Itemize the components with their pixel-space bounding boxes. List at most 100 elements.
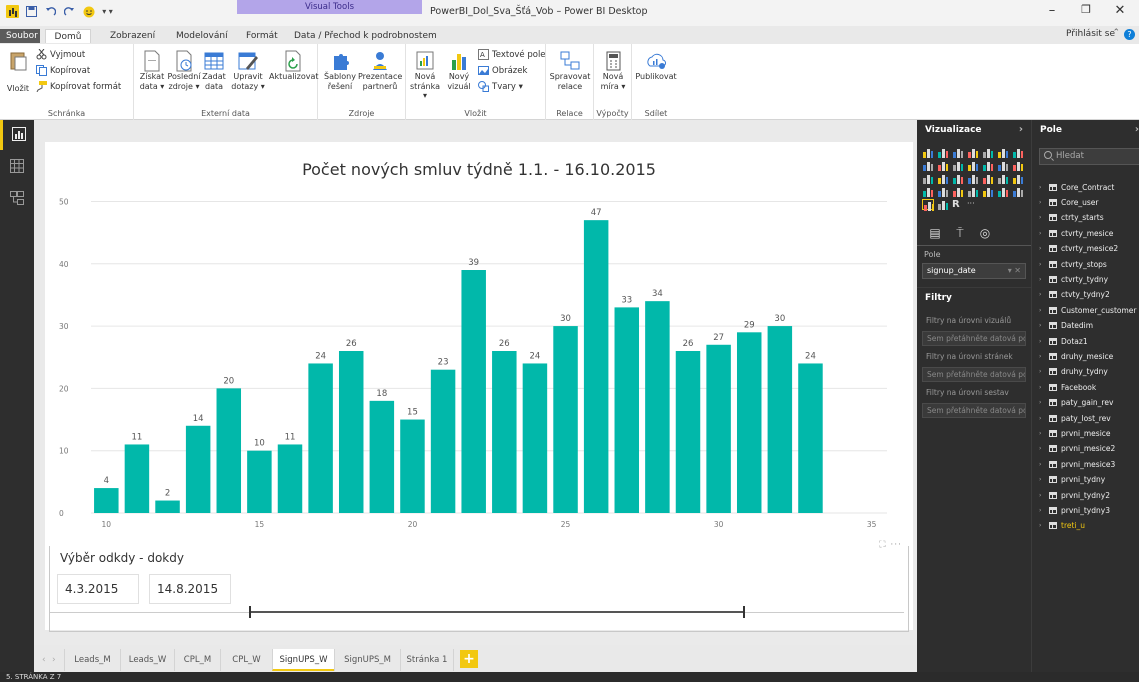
field-table-item[interactable]: › Core_user xyxy=(1039,195,1098,209)
visual-type-icon[interactable] xyxy=(937,147,949,158)
expand-chevron-icon[interactable]: › xyxy=(1039,399,1045,406)
visual-type-icon[interactable] xyxy=(982,147,994,158)
tab-modeling[interactable]: Modelování xyxy=(170,29,234,43)
visual-type-icon[interactable] xyxy=(937,199,949,210)
field-table-item[interactable]: › druhy_tydny xyxy=(1039,365,1108,379)
analytics-magnifier-icon[interactable]: ◎ xyxy=(977,226,993,242)
tab-home[interactable]: Domů xyxy=(45,29,91,43)
filter-page-drop-zone[interactable]: Sem přetáhněte datová po... xyxy=(922,367,1026,382)
recent-sources-button[interactable]: Poslední zdroje ▾ xyxy=(166,50,202,91)
visual-type-icon[interactable] xyxy=(937,173,949,184)
filter-visual-drop-zone[interactable]: Sem přetáhněte datová po... xyxy=(922,331,1026,346)
visual-type-icon[interactable]: ··· xyxy=(967,199,979,210)
chart-bar[interactable] xyxy=(645,301,670,513)
add-page-button[interactable]: + xyxy=(460,650,478,668)
expand-chevron-icon[interactable]: › xyxy=(1039,184,1045,191)
field-table-item[interactable]: › Facebook xyxy=(1039,380,1096,394)
chevron-right-icon[interactable]: › xyxy=(1135,120,1139,140)
page-nav-prev-icon[interactable]: ‹ xyxy=(42,649,46,671)
solution-templates-button[interactable]: Šablony řešení xyxy=(322,50,358,91)
fields-tab-icon[interactable]: ▤ xyxy=(927,226,943,242)
collapse-ribbon-icon[interactable]: ⌃ xyxy=(1112,28,1120,38)
visual-type-icon[interactable] xyxy=(982,160,994,171)
enter-data-button[interactable]: Zadat data xyxy=(200,50,228,91)
field-table-item[interactable]: › Dotaz1 xyxy=(1039,334,1088,348)
expand-chevron-icon[interactable]: › xyxy=(1039,476,1045,483)
field-table-item[interactable]: › prvni_mesice3 xyxy=(1039,457,1115,471)
field-table-item[interactable]: › paty_lost_rev xyxy=(1039,411,1111,425)
chart-bar[interactable] xyxy=(277,444,303,513)
field-table-item[interactable]: › ctrty_starts xyxy=(1039,211,1104,225)
chart-bar[interactable] xyxy=(522,363,548,513)
manage-relationships-button[interactable]: Spravovat relace xyxy=(548,50,592,91)
expand-chevron-icon[interactable]: › xyxy=(1039,199,1045,206)
field-table-item[interactable]: › prvni_tydny3 xyxy=(1039,503,1110,517)
chart-bar[interactable] xyxy=(492,351,517,513)
chart-bar[interactable] xyxy=(369,400,395,513)
sign-in-link[interactable]: Přihlásit se xyxy=(1066,29,1115,39)
visual-type-icon[interactable] xyxy=(922,160,934,171)
page-tab-signups-m[interactable]: SignUPS_M xyxy=(334,649,400,671)
field-table-item[interactable]: › paty_gain_rev xyxy=(1039,396,1113,410)
help-icon[interactable]: ? xyxy=(1124,29,1135,40)
visual-type-icon[interactable] xyxy=(1012,186,1024,197)
shapes-button[interactable]: Tvary ▾ xyxy=(478,81,523,92)
visual-type-icon[interactable] xyxy=(1012,173,1024,184)
visual-type-icon[interactable] xyxy=(967,186,979,197)
field-table-item[interactable]: › prvni_tydny xyxy=(1039,473,1105,487)
visual-type-icon[interactable] xyxy=(967,173,979,184)
visual-type-icon[interactable] xyxy=(952,186,964,197)
data-view-button[interactable] xyxy=(0,152,34,182)
expand-chevron-icon[interactable]: › xyxy=(1039,368,1045,375)
tab-format[interactable]: Formát xyxy=(240,29,284,43)
chart-bar[interactable] xyxy=(736,332,762,513)
chart-bar[interactable] xyxy=(155,500,180,513)
expand-chevron-icon[interactable]: › xyxy=(1039,214,1045,221)
relationships-view-button[interactable] xyxy=(0,184,34,214)
expand-chevron-icon[interactable]: › xyxy=(1039,415,1045,422)
page-tab-signups-w[interactable]: SignUPS_W xyxy=(272,649,334,671)
field-table-item[interactable]: › ctvrty_stops xyxy=(1039,257,1107,271)
visual-type-icon[interactable] xyxy=(922,186,934,197)
visual-type-icon[interactable] xyxy=(982,186,994,197)
chart-bar[interactable] xyxy=(247,450,272,513)
page-tab-leads-m[interactable]: Leads_M xyxy=(64,649,120,671)
chart-bar[interactable] xyxy=(614,307,640,513)
visual-type-icon[interactable] xyxy=(997,186,1009,197)
field-table-item[interactable]: › ctvrty_tydny xyxy=(1039,272,1108,286)
new-page-button[interactable]: Nová stránka ▾ xyxy=(408,50,442,101)
page-tab-stranka-1[interactable]: Stránka 1 xyxy=(400,649,454,671)
chart-bar[interactable] xyxy=(94,488,119,513)
visual-type-icon[interactable]: R xyxy=(952,199,964,210)
get-data-button[interactable]: Získat data ▾ xyxy=(136,50,168,91)
chevron-right-icon[interactable]: › xyxy=(1019,120,1023,140)
edit-queries-button[interactable]: Upravit dotazy ▾ xyxy=(231,50,265,91)
field-table-item[interactable]: › prvni_mesice2 xyxy=(1039,442,1115,456)
page-nav-next-icon[interactable]: › xyxy=(52,649,56,671)
visual-type-icon[interactable] xyxy=(997,160,1009,171)
chart-bar[interactable] xyxy=(124,444,150,513)
expand-chevron-icon[interactable]: › xyxy=(1039,291,1045,298)
visual-type-icon[interactable] xyxy=(937,160,949,171)
expand-chevron-icon[interactable]: › xyxy=(1039,307,1045,314)
chart-bar[interactable] xyxy=(185,425,211,513)
publish-button[interactable]: Publikovat xyxy=(634,50,678,82)
field-table-item[interactable]: › druhy_mesice xyxy=(1039,349,1113,363)
date-range-slicer[interactable]: ⛶ ··· Výběr odkdy - dokdy 4.3.2015 14.8.… xyxy=(49,540,909,632)
visual-type-icon[interactable] xyxy=(952,173,964,184)
field-table-item[interactable]: › prvni_tydny2 xyxy=(1039,488,1110,502)
column-chart-visual[interactable]: Počet nových smluv týdně 1.1. - 16.10.20… xyxy=(45,142,913,552)
expand-chevron-icon[interactable]: › xyxy=(1039,445,1045,452)
visual-header-icons[interactable]: ⛶ ··· xyxy=(879,540,902,550)
visual-type-icon[interactable] xyxy=(997,147,1009,158)
visual-type-icon[interactable] xyxy=(937,186,949,197)
chart-bar[interactable] xyxy=(675,351,701,513)
expand-chevron-icon[interactable]: › xyxy=(1039,353,1045,360)
slicer-end-date-input[interactable]: 14.8.2015 xyxy=(149,574,231,604)
expand-chevron-icon[interactable]: › xyxy=(1039,507,1045,514)
field-table-item[interactable]: › ctvty_tydny2 xyxy=(1039,288,1110,302)
remove-field-icon[interactable]: ▾ ✕ xyxy=(1008,264,1021,278)
expand-chevron-icon[interactable]: › xyxy=(1039,522,1045,529)
chart-bar[interactable] xyxy=(706,344,731,513)
expand-chevron-icon[interactable]: › xyxy=(1039,430,1045,437)
